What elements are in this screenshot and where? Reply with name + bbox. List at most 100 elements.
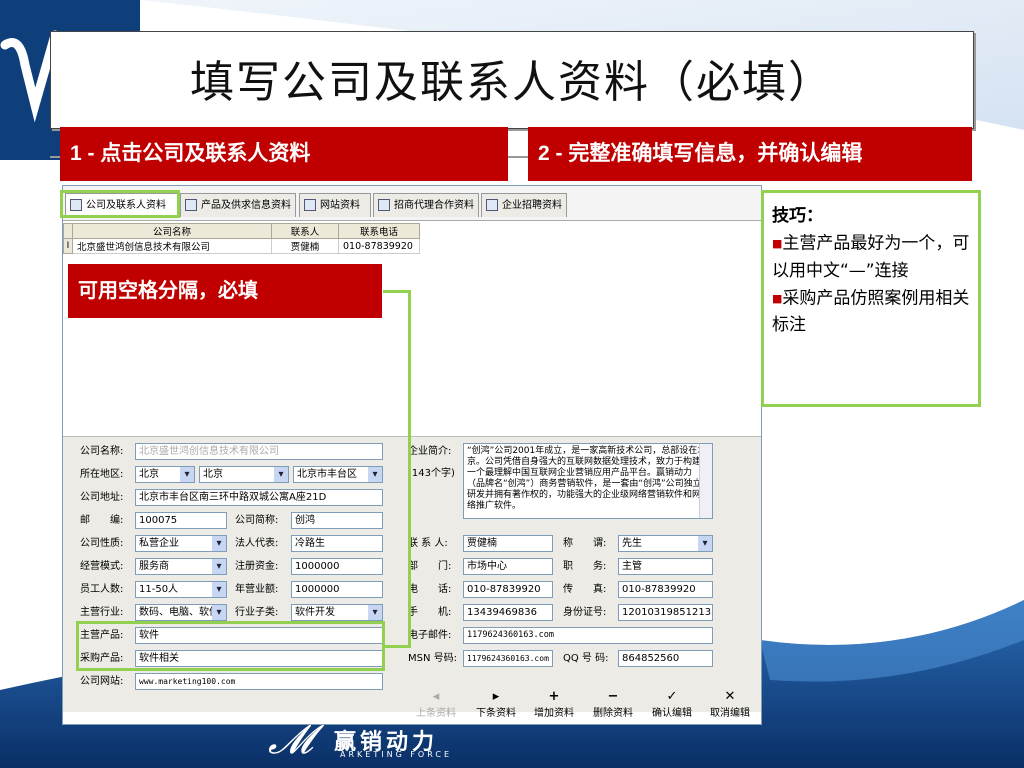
dept-label: 部 门: — [408, 561, 452, 572]
sub-industry-label: 行业子类: — [235, 607, 279, 618]
tab-label: 网站资料 — [320, 200, 360, 211]
msn-label: MSN 号码: — [408, 653, 458, 664]
row-marker: I — [63, 238, 73, 254]
tab-recruitment[interactable]: 企业招聘资料 — [481, 193, 567, 217]
document-icon — [185, 199, 197, 211]
close-icon: ✕ — [724, 689, 736, 704]
grid-header[interactable]: 联系电话 — [338, 223, 420, 239]
postcode-field[interactable]: 100075 — [135, 512, 227, 529]
slide-title: 填写公司及联系人资料（必填） — [190, 57, 834, 108]
check-icon: ✓ — [666, 689, 678, 704]
sub-industry-select[interactable]: 软件开发 — [291, 604, 383, 621]
fax-label: 传 真: — [563, 584, 607, 595]
bullet-icon: ■ — [772, 237, 783, 250]
product-fields-highlight-box — [76, 621, 385, 671]
tip-text: 采购产品仿照案例用相关标注 — [772, 288, 970, 335]
intro-text: “创鸿”公司2001年成立，是一家高新技术公司，总部设在北京。公司凭借自身强大的… — [467, 446, 707, 511]
intro-count: (143个字) — [408, 468, 455, 479]
district-select[interactable]: 北京市丰台区 — [293, 466, 383, 483]
address-label: 公司地址: — [80, 492, 124, 503]
staff-label: 员工人数: — [80, 584, 124, 595]
province-select[interactable]: 北京 — [135, 466, 195, 483]
title-select[interactable]: 先生 — [618, 535, 713, 552]
intro-scrollbar[interactable] — [699, 444, 712, 518]
plus-icon: + — [548, 689, 560, 704]
nav-label: 下条资料 — [476, 708, 516, 719]
mobile-label: 手 机: — [408, 607, 452, 618]
website-field[interactable]: www.marketing100.com — [135, 673, 383, 690]
company-name-field[interactable]: 北京盛世鸿创信息技术有限公司 — [135, 443, 383, 460]
minus-icon: − — [607, 689, 619, 704]
industry-label: 主营行业: — [80, 607, 124, 618]
short-name-field[interactable]: 创鸿 — [291, 512, 383, 529]
intro-label: 企业简介: — [408, 446, 452, 457]
tips-box: 技巧： ■主营产品最好为一个，可以用中文“—”连接 ■采购产品仿照案例用相关标注 — [761, 190, 981, 407]
fax-field[interactable]: 010-87839920 — [618, 581, 713, 598]
delete-record-button[interactable]: − 删除资料 — [593, 689, 633, 720]
note-connector-top — [383, 290, 411, 293]
nav-label: 取消编辑 — [710, 708, 750, 719]
intro-textarea[interactable]: “创鸿”公司2001年成立，是一家高新技术公司，总部设在北京。公司凭借自身强大的… — [463, 443, 713, 519]
brand-m-mark: 𝓜 — [268, 717, 313, 763]
company-grid: 公司名称 联系人 联系电话 I 北京盛世鸿创信息技术有限公司 贾健楠 010-8… — [63, 223, 420, 254]
add-record-button[interactable]: + 增加资料 — [534, 689, 574, 720]
qq-field[interactable]: 864852560 — [618, 650, 713, 667]
revenue-label: 年营业额: — [235, 584, 279, 595]
address-field[interactable]: 北京市丰台区南三环中路双城公寓A座21D — [135, 489, 383, 506]
msn-field[interactable]: 1179624360163.com — [463, 650, 553, 667]
postcode-label: 邮 编: — [80, 515, 124, 526]
capital-label: 注册资金: — [235, 561, 279, 572]
tips-title: 技巧： — [772, 206, 823, 226]
website-label: 公司网站: — [80, 676, 124, 687]
arrow-right-icon: ▸ — [492, 689, 500, 704]
table-row[interactable]: I 北京盛世鸿创信息技术有限公司 贾健楠 010-87839920 — [63, 238, 420, 254]
grid-cell[interactable]: 贾健楠 — [271, 238, 339, 254]
mode-select[interactable]: 服务商 — [135, 558, 227, 575]
position-field[interactable]: 主管 — [618, 558, 713, 575]
confirm-edit-button[interactable]: ✓ 确认编辑 — [652, 689, 692, 720]
phone-field[interactable]: 010-87839920 — [463, 581, 553, 598]
slide-title-card: 填写公司及联系人资料（必填） — [50, 31, 974, 129]
id-card-icon — [486, 199, 498, 211]
note-connector-bottom — [383, 645, 411, 648]
mobile-field[interactable]: 13439469836 — [463, 604, 553, 621]
cancel-edit-button[interactable]: ✕ 取消编辑 — [710, 689, 750, 720]
dept-field[interactable]: 市场中心 — [463, 558, 553, 575]
nav-label: 上条资料 — [416, 708, 456, 719]
step2-label: 2 - 完整准确填写信息，并确认编辑 — [528, 127, 972, 181]
email-field[interactable]: 1179624360163.com — [463, 627, 713, 644]
capital-field[interactable]: 1000000 — [291, 558, 383, 575]
staff-select[interactable]: 11-50人 — [135, 581, 227, 598]
grid-header[interactable]: 联系人 — [271, 223, 339, 239]
region-label: 所在地区: — [80, 469, 124, 480]
city-select[interactable]: 北京 — [199, 466, 289, 483]
nature-select[interactable]: 私营企业 — [135, 535, 227, 552]
title-label: 称 谓: — [563, 538, 607, 549]
tab-label: 企业招聘资料 — [502, 200, 562, 211]
tab-label: 产品及供求信息资料 — [201, 200, 291, 211]
prev-record-button[interactable]: ◂ 上条资料 — [416, 690, 456, 720]
legal-rep-label: 法人代表: — [235, 538, 279, 549]
tip-item: ■采购产品仿照案例用相关标注 — [772, 285, 970, 340]
id-card-label: 身份证号: — [563, 607, 607, 618]
grid-cell[interactable]: 010-87839920 — [338, 238, 420, 254]
tip-text: 主营产品最好为一个，可以用中文“—”连接 — [772, 233, 970, 281]
tip-item: ■主营产品最好为一个，可以用中文“—”连接 — [772, 230, 970, 285]
footer-brand-logo: 𝓜 赢销动力 ARKETING FORCE — [268, 720, 468, 768]
grid-cell[interactable]: 北京盛世鸿创信息技术有限公司 — [72, 238, 272, 254]
id-card-field[interactable]: 120103198512133530 — [618, 604, 713, 621]
company-name-label: 公司名称: — [80, 446, 124, 457]
tab-highlight-box — [60, 190, 180, 218]
grid-header[interactable]: 公司名称 — [72, 223, 272, 239]
tab-website[interactable]: 网站资料 — [299, 193, 371, 217]
qq-label: QQ 号 码: — [563, 653, 609, 664]
contact-field[interactable]: 贾健楠 — [463, 535, 553, 552]
nav-label: 增加资料 — [534, 708, 574, 719]
revenue-field[interactable]: 1000000 — [291, 581, 383, 598]
next-record-button[interactable]: ▸ 下条资料 — [476, 689, 516, 720]
industry-select[interactable]: 数码、电脑、软件 — [135, 604, 227, 621]
tab-label: 招商代理合作资料 — [394, 200, 474, 211]
legal-rep-field[interactable]: 冷路生 — [291, 535, 383, 552]
tab-agency[interactable]: 招商代理合作资料 — [373, 193, 479, 217]
tab-products[interactable]: 产品及供求信息资料 — [180, 193, 296, 217]
